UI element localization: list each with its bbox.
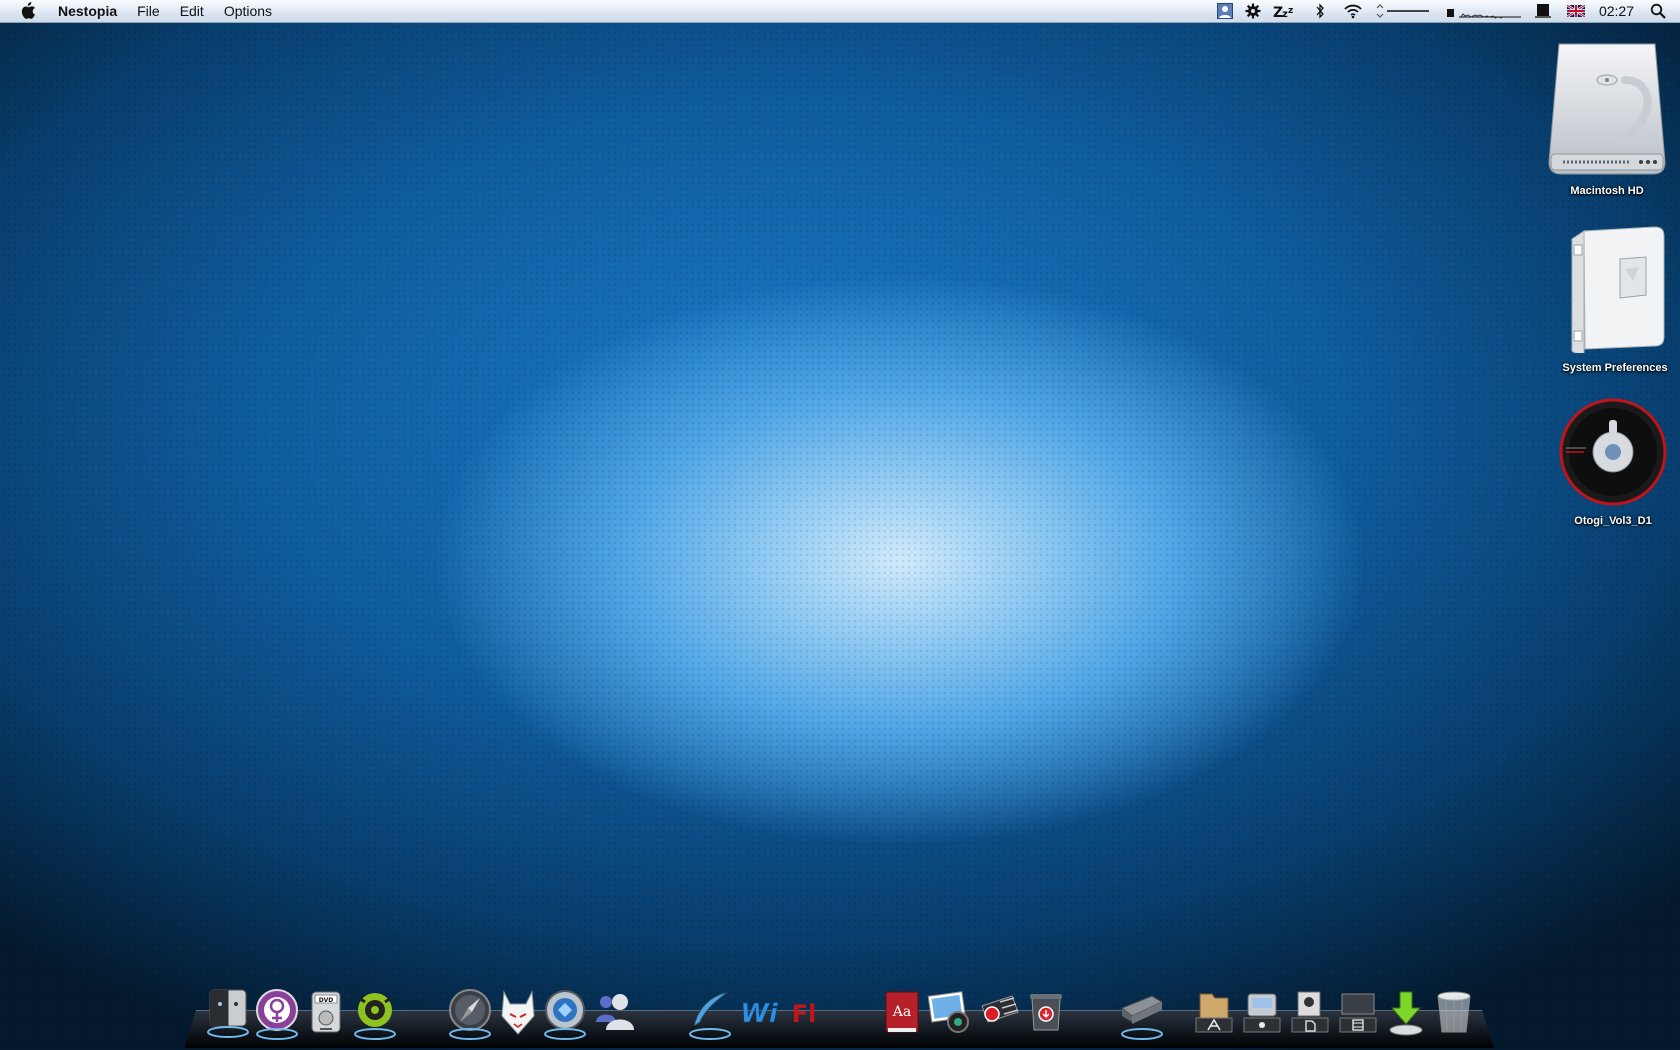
iphoto-icon[interactable] [926, 988, 974, 1040]
applications-folder-icon[interactable] [1190, 988, 1238, 1040]
svg-text:z: z [1288, 6, 1293, 16]
scanner-icon[interactable] [1118, 988, 1166, 1040]
desktop-icon-label: Macintosh HD [1570, 185, 1644, 197]
itunes-icon[interactable] [253, 988, 301, 1040]
apple-icon[interactable] [20, 2, 36, 20]
video-recorder-icon[interactable] [974, 988, 1022, 1040]
uk-flag-icon[interactable] [1566, 0, 1585, 22]
flash-label: Fl [792, 1000, 817, 1028]
cpu-meter-icon[interactable] [1446, 0, 1523, 22]
quill-icon[interactable] [686, 988, 734, 1040]
desktop-icon-otogi-disc[interactable]: Otogi_Vol3_D1 [1548, 398, 1678, 529]
bluetooth-icon[interactable] [1315, 0, 1325, 22]
wii-icon[interactable]: Wi [735, 988, 783, 1040]
printer-folder-icon[interactable] [1238, 988, 1286, 1040]
file-menu[interactable]: File [127, 0, 170, 22]
fox-mail-icon[interactable] [494, 988, 542, 1040]
menubar: Nestopia File Edit Options Zzz 02:27 [0, 0, 1680, 23]
flash-icon[interactable]: Fl [782, 988, 830, 1040]
system-preferences-icon [1571, 226, 1665, 360]
hard-drive-icon [1548, 43, 1666, 175]
dvd-label: DVD [319, 997, 334, 1004]
movies-folder-icon[interactable] [1334, 988, 1382, 1040]
disc-icon [1559, 398, 1667, 506]
wii-label: Wi [740, 999, 779, 1029]
desktop-icon-macintosh-hd[interactable]: Macintosh HD [1542, 40, 1672, 199]
network-icon[interactable] [541, 988, 589, 1040]
app-menu[interactable]: Nestopia [50, 0, 127, 22]
spotlight-icon[interactable] [1650, 0, 1666, 22]
sleep-icon[interactable]: Zzz [1273, 0, 1295, 22]
volume-icon[interactable] [1375, 0, 1435, 22]
options-menu[interactable]: Options [214, 0, 282, 22]
clock[interactable]: 02:27 [1591, 3, 1646, 19]
desktop-icon-system-preferences[interactable]: System Preferences [1550, 225, 1680, 376]
dictionary-label: Aa [892, 1004, 911, 1020]
dock: DVD Wi Fl Aa [0, 980, 1680, 1050]
edit-menu[interactable]: Edit [170, 0, 214, 22]
battery-icon[interactable] [1534, 0, 1551, 22]
trash-icon[interactable] [1430, 988, 1478, 1040]
safari-icon[interactable] [446, 988, 494, 1040]
status-menu-area: Zzz 02:27 [1211, 0, 1680, 22]
dictionary-icon[interactable]: Aa [878, 988, 926, 1040]
documents-folder-icon[interactable] [1286, 988, 1334, 1040]
downloads-icon[interactable] [1382, 988, 1430, 1040]
wifi-icon[interactable] [1343, 0, 1363, 22]
disk-utility-icon[interactable] [351, 988, 399, 1040]
user-icon[interactable] [1216, 0, 1233, 22]
desktop-icon-label: Otogi_Vol3_D1 [1574, 515, 1652, 527]
desktop-icon-label: System Preferences [1562, 362, 1668, 374]
gear-icon[interactable] [1245, 0, 1261, 22]
messenger-icon[interactable] [590, 988, 638, 1040]
finder-icon[interactable] [204, 988, 252, 1040]
downloads-trash-icon[interactable] [1022, 988, 1070, 1040]
dvd-player-icon[interactable]: DVD [302, 988, 350, 1040]
